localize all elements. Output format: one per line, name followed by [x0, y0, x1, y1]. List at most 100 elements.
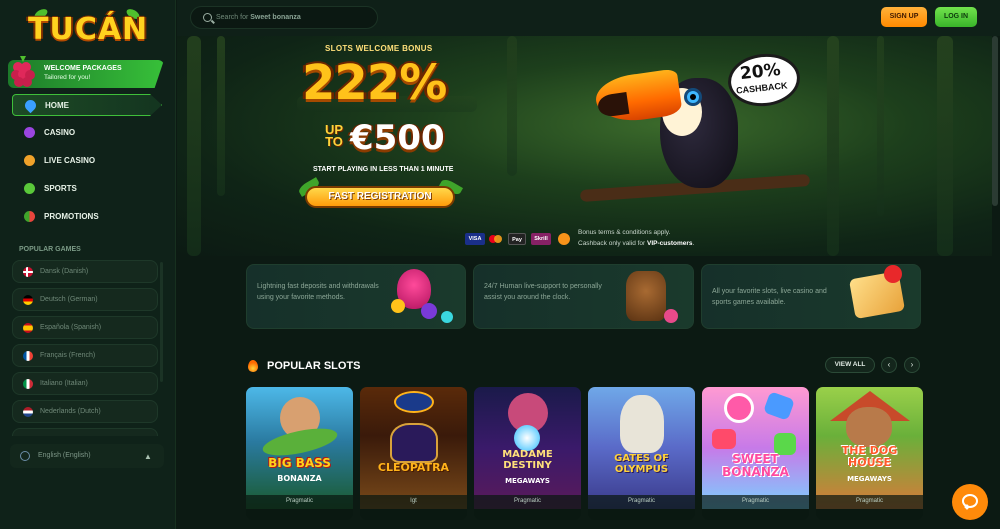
candy-icon: [712, 429, 736, 449]
game-provider: Pragmatic: [855, 498, 883, 504]
sign-up-button[interactable]: SIGN UP: [881, 7, 927, 27]
language-list-scrollbar[interactable]: [160, 262, 163, 382]
nav-label: SPORTS: [44, 184, 77, 193]
nav-label: HOME: [45, 101, 69, 110]
game-title: THE DOG HOUSE: [841, 444, 898, 469]
log-in-button[interactable]: LOG IN: [935, 7, 977, 27]
terms-line-1: Bonus terms & conditions apply.: [578, 229, 671, 236]
game-provider: Pragmatic: [741, 498, 769, 504]
italy-flag-icon: [23, 379, 33, 389]
search-icon: [203, 13, 212, 22]
eye-of-horus-icon: [394, 391, 434, 413]
language-option-partial: [12, 428, 158, 436]
coin-icon: [391, 299, 405, 313]
game-subtitle: BONANZA: [277, 474, 322, 483]
game-card-big-bass-bonanza[interactable]: BIG BASS BONANZA Pragmatic: [246, 387, 353, 520]
nav-item-promotions[interactable]: PROMOTIONS: [12, 206, 162, 228]
welcome-title: WELCOME PACKAGES: [44, 65, 122, 72]
game-title: MADAME DESTINY: [502, 449, 553, 471]
flower-icon: [664, 309, 678, 323]
hibiscus-icon: [884, 265, 902, 283]
feature-text: 24/7 Human live-support to personally as…: [484, 283, 602, 301]
gem-icon: [421, 303, 437, 319]
game-title: SWEET BONANZA: [722, 452, 789, 479]
terms-line-2: Cashback only valid for VIP-customers.: [578, 240, 695, 247]
raspberry-icon: [11, 56, 35, 87]
game-title: GATES OF OLYMPUS: [614, 453, 669, 475]
bonus-percent: 222%: [302, 55, 447, 111]
lollipop-icon: [724, 393, 754, 423]
pineapple-icon: [24, 155, 35, 166]
lime-icon: [24, 183, 35, 194]
current-language: English (English): [38, 452, 91, 459]
language-label: Italiano (Italian): [40, 380, 88, 387]
game-subtitle: MEGAWAYS: [505, 477, 550, 485]
bitcoin-icon: [558, 233, 570, 245]
germany-flag-icon: [23, 295, 33, 305]
game-card-gates-of-olympus[interactable]: GATES OF OLYMPUS Pragmatic: [588, 387, 695, 520]
bonus-up-to: UP TO: [324, 122, 344, 149]
game-card-cleopatra[interactable]: CLEOPATRA Igt: [360, 387, 467, 520]
backpack-icon: [626, 271, 666, 321]
game-card-madame-destiny[interactable]: MADAME DESTINY MEGAWAYS Pragmatic: [474, 387, 581, 520]
feature-text: Lightning fast deposits and withdrawals …: [257, 283, 379, 301]
nav-label: LIVE CASINO: [44, 156, 96, 165]
language-option-german[interactable]: Deutsch (German): [12, 288, 158, 311]
apple-pay-icon: Pay: [508, 233, 526, 245]
popular-games-heading: POPULAR GAMES: [19, 246, 81, 253]
dog-illustration: [846, 407, 892, 447]
drop-icon: [22, 97, 39, 114]
game-provider: Pragmatic: [627, 498, 655, 504]
game-provider: Pragmatic: [285, 498, 313, 504]
denmark-flag-icon: [23, 267, 33, 277]
language-option-spanish[interactable]: Española (Spanish): [12, 316, 158, 339]
skrill-icon: Skrill: [531, 233, 551, 245]
language-label: Nederlands (Dutch): [40, 408, 101, 415]
game-card-the-dog-house[interactable]: THE DOG HOUSE MEGAWAYS Pragmatic: [816, 387, 923, 520]
language-label: Española (Spanish): [40, 324, 102, 331]
language-option-dutch[interactable]: Nederlands (Dutch): [12, 400, 158, 423]
crystal-ball-icon: [514, 425, 540, 451]
bonus-title: SLOTS WELCOME BONUS: [325, 44, 433, 53]
chevron-up-icon: ▲: [144, 452, 152, 461]
next-arrow-button[interactable]: ›: [904, 357, 920, 373]
fire-icon: [248, 360, 258, 372]
game-subtitle: MEGAWAYS: [847, 475, 892, 483]
nav-item-sports[interactable]: SPORTS: [12, 178, 162, 200]
game-provider: Igt: [410, 498, 417, 504]
bonus-amount: €500: [350, 118, 445, 158]
logo-text: TUCÁN: [28, 12, 149, 47]
language-label: Français (French): [40, 352, 96, 359]
feature-card-support: 24/7 Human live-support to personally as…: [473, 264, 694, 329]
nav-item-home[interactable]: HOME: [12, 94, 162, 116]
view-all-button[interactable]: VIEW ALL: [825, 357, 875, 373]
nav-item-live-casino[interactable]: LIVE CASINO: [12, 150, 162, 172]
language-option-french[interactable]: Français (French): [12, 344, 158, 367]
toucan-pupil: [690, 94, 696, 100]
tucan-logo[interactable]: TUCÁN: [28, 7, 149, 50]
fast-registration-button[interactable]: FAST REGISTRATION: [305, 186, 455, 208]
language-label: Deutsch (German): [40, 296, 98, 303]
zeus-illustration: [620, 395, 664, 453]
page-scrollbar[interactable]: [992, 36, 998, 206]
cashback-percent: 20%: [739, 59, 782, 85]
nav-item-casino[interactable]: CASINO: [12, 122, 162, 144]
netherlands-flag-icon: [23, 407, 33, 417]
watermelon-icon: [24, 211, 35, 222]
prev-arrow-button[interactable]: ‹: [881, 357, 897, 373]
search-input[interactable]: Search for Sweet bonanza: [190, 6, 378, 29]
search-placeholder: Search for Sweet bonanza: [216, 14, 301, 21]
hero-banner: [177, 36, 992, 256]
visa-icon: VISA: [465, 233, 485, 245]
game-title: CLEOPATRA: [377, 461, 450, 474]
nav-label: PROMOTIONS: [44, 212, 99, 221]
globe-icon: [20, 451, 30, 461]
feature-text: All your favorite slots, live casino and…: [712, 288, 827, 306]
language-option-danish[interactable]: Dansk (Danish): [12, 260, 158, 283]
language-selector[interactable]: English (English) ▲: [10, 444, 164, 468]
game-card-sweet-bonanza[interactable]: SWEET BONANZA Pragmatic: [702, 387, 809, 520]
language-option-italian[interactable]: Italiano (Italian): [12, 372, 158, 395]
france-flag-icon: [23, 351, 33, 361]
nav-label: CASINO: [44, 128, 76, 137]
popular-slots-title: POPULAR SLOTS: [267, 360, 361, 372]
